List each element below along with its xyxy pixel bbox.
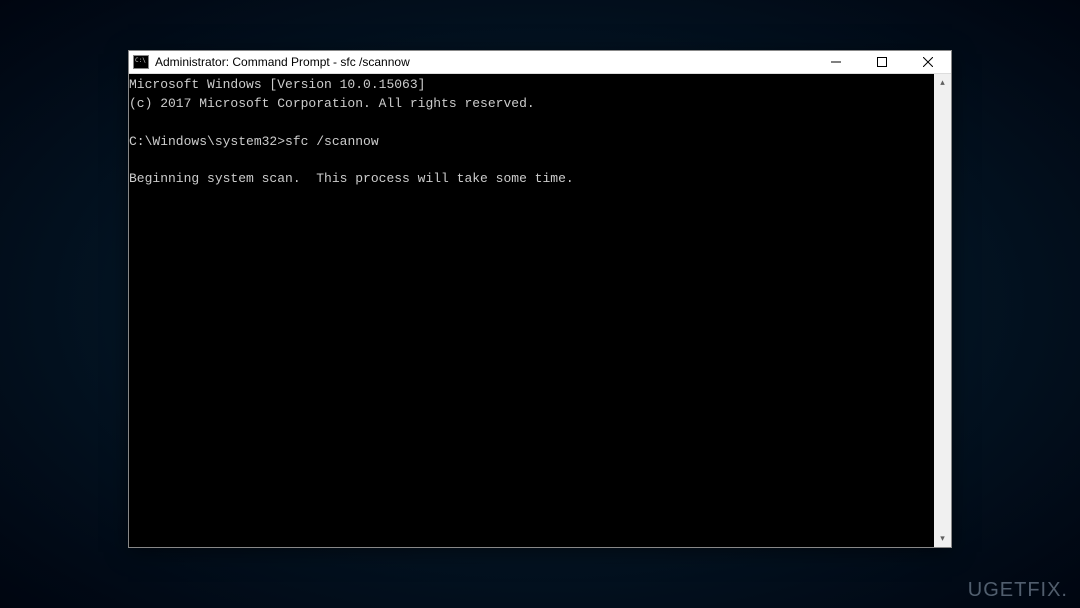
output-line: Microsoft Windows [Version 10.0.15063] [129, 77, 425, 92]
vertical-scrollbar[interactable]: ▴ ▾ [934, 74, 951, 547]
prompt: C:\Windows\system32> [129, 134, 285, 149]
minimize-button[interactable] [813, 51, 859, 73]
output-line: Beginning system scan. This process will… [129, 171, 574, 186]
chevron-down-icon: ▾ [940, 533, 945, 544]
terminal-area: Microsoft Windows [Version 10.0.15063] (… [129, 74, 951, 547]
chevron-up-icon: ▴ [940, 77, 945, 88]
terminal-output[interactable]: Microsoft Windows [Version 10.0.15063] (… [129, 74, 934, 547]
close-icon [923, 57, 933, 67]
window-controls [813, 51, 951, 73]
output-line: (c) 2017 Microsoft Corporation. All righ… [129, 96, 535, 111]
maximize-icon [877, 57, 887, 67]
scroll-up-arrow[interactable]: ▴ [934, 74, 951, 91]
cmd-icon [133, 55, 149, 69]
close-button[interactable] [905, 51, 951, 73]
window-title: Administrator: Command Prompt - sfc /sca… [155, 55, 813, 69]
command-text: sfc /scannow [285, 134, 379, 149]
minimize-icon [831, 57, 841, 67]
maximize-button[interactable] [859, 51, 905, 73]
scroll-down-arrow[interactable]: ▾ [934, 530, 951, 547]
command-prompt-window: Administrator: Command Prompt - sfc /sca… [128, 50, 952, 548]
watermark-text: UGETFIX. [968, 579, 1068, 602]
window-titlebar[interactable]: Administrator: Command Prompt - sfc /sca… [129, 51, 951, 74]
